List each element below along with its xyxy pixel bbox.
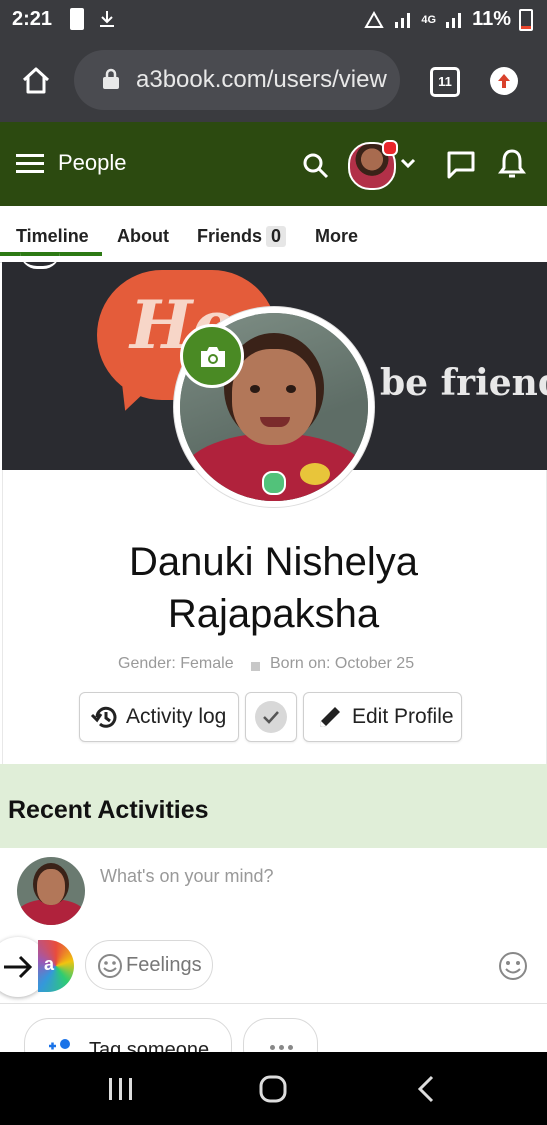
back-icon[interactable]: [414, 1074, 438, 1104]
composer-divider: [0, 1003, 547, 1004]
home-icon[interactable]: [20, 64, 52, 96]
profile-name: Danuki Nishelya Rajapaksha: [0, 536, 547, 640]
system-nav-bar: [0, 1052, 547, 1125]
menu-icon[interactable]: [16, 152, 46, 176]
friends-count-badge: 0: [266, 226, 287, 247]
status-time: 2:21: [12, 8, 53, 30]
battery-percent: 11%: [472, 8, 511, 30]
alert-icon: [70, 8, 84, 30]
download-icon: [100, 11, 114, 27]
signal-icon: [395, 12, 411, 28]
change-photo-button[interactable]: [180, 324, 244, 388]
tab-friends[interactable]: Friends 0: [197, 226, 287, 247]
signal-icon-2: [446, 12, 462, 28]
colored-background-letter: a: [44, 954, 55, 974]
data-saver-icon: [364, 10, 385, 28]
feelings-button[interactable]: Feelings: [85, 940, 213, 990]
tab-friends-label: Friends: [197, 226, 263, 246]
online-status-indicator: [262, 471, 286, 495]
smiley-icon: [98, 954, 122, 978]
battery-icon: [519, 8, 533, 31]
check-icon: [255, 701, 287, 733]
camera-icon: [201, 347, 225, 367]
composer-input[interactable]: What's on your mind?: [100, 866, 274, 887]
colored-background-option[interactable]: a: [38, 940, 74, 992]
arrow-up-icon: [498, 74, 510, 88]
recent-activities-title: Recent Activities: [8, 796, 209, 824]
tab-more[interactable]: More: [315, 226, 358, 247]
notification-dot: [382, 140, 398, 156]
status-right: 4G 11%: [363, 8, 533, 31]
search-icon[interactable]: [302, 152, 330, 180]
update-button[interactable]: [490, 67, 518, 95]
meta-separator: [251, 662, 260, 671]
url-text: a3book.com/users/view: [136, 66, 387, 93]
tab-about[interactable]: About: [117, 226, 169, 247]
status-bar: 2:21 4G 11%: [0, 0, 547, 40]
edit-profile-button[interactable]: Edit Profile: [303, 692, 462, 742]
activity-log-button[interactable]: Activity log: [79, 692, 239, 742]
page-title: People: [58, 150, 127, 175]
gender-text: Gender: Female: [118, 655, 234, 672]
tab-switcher-button[interactable]: 11: [430, 67, 460, 97]
arrow-right-icon: [4, 955, 33, 979]
emoji-icon[interactable]: [497, 950, 529, 982]
profile-name-line2: Rajapaksha: [167, 592, 380, 636]
browser-toolbar: a3book.com/users/view 11: [0, 40, 547, 122]
ellipsis-icon: [270, 1045, 294, 1051]
chevron-down-icon[interactable]: [400, 158, 416, 170]
activity-log-label: Activity log: [126, 705, 227, 728]
verify-button[interactable]: [245, 692, 297, 742]
feelings-label: Feelings: [126, 954, 202, 976]
pencil-icon: [320, 707, 340, 727]
recent-apps-icon[interactable]: [106, 1076, 136, 1102]
address-bar[interactable]: a3book.com/users/view: [74, 50, 400, 110]
home-button-icon[interactable]: [258, 1074, 288, 1104]
recent-activities-header: Recent Activities: [0, 764, 547, 848]
history-icon: [90, 706, 117, 728]
tab-timeline[interactable]: Timeline: [16, 226, 89, 247]
edit-profile-label: Edit Profile: [352, 705, 454, 728]
cover-banner-text: be friends: [380, 362, 547, 404]
birthday-text: Born on: October 25: [270, 655, 415, 672]
composer-avatar: [17, 857, 85, 925]
profile-name-line1: Danuki Nishelya: [128, 540, 419, 584]
lock-icon: [103, 68, 119, 89]
app-bar: People: [0, 122, 547, 206]
bell-icon[interactable]: [498, 148, 526, 180]
messages-icon[interactable]: [446, 150, 476, 180]
network-type: 4G: [421, 13, 437, 26]
